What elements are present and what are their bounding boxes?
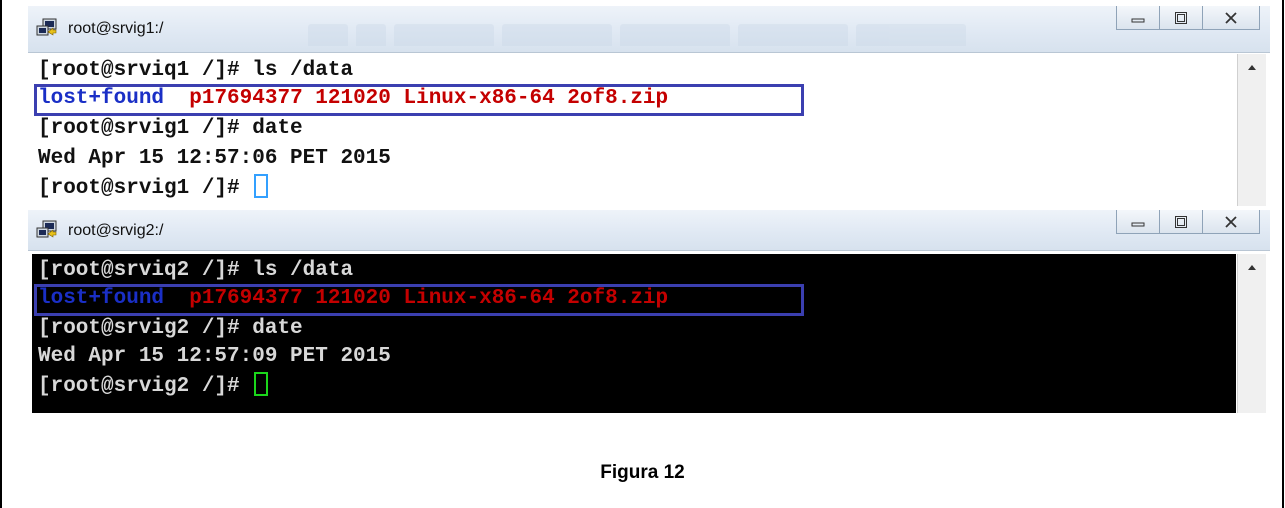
terminal-output[interactable]: [root@srviq1 /]# ls /data lost+found p17… (32, 54, 1236, 204)
putty-icon[interactable] (36, 220, 58, 240)
close-button[interactable] (1202, 210, 1260, 234)
terminal-line-ls-command: [root@srviq1 /]# ls /data (38, 59, 354, 82)
maximize-icon (1175, 215, 1187, 228)
close-icon (1225, 215, 1237, 228)
maximize-button[interactable] (1159, 6, 1203, 30)
terminal-line-date-output: Wed Apr 15 12:57:09 PET 2015 (38, 345, 391, 368)
minimize-button[interactable] (1116, 210, 1160, 234)
page-border-left (0, 0, 2, 508)
prompt-text: [root@srvig2 /]# (38, 375, 253, 398)
minimize-button[interactable] (1116, 6, 1160, 30)
vertical-scrollbar[interactable] (1237, 54, 1266, 206)
window-controls (1116, 6, 1260, 30)
vertical-scrollbar[interactable] (1237, 254, 1266, 413)
close-button[interactable] (1202, 6, 1260, 30)
highlight-box (34, 84, 804, 116)
terminal-output[interactable]: [root@srviq2 /]# ls /data lost+found p17… (32, 254, 1236, 413)
close-icon (1225, 11, 1237, 24)
terminal-window-srvig2[interactable]: root@srvig2:/ [root@srviq2 /]# ls /data … (28, 210, 1270, 413)
maximize-button[interactable] (1159, 210, 1203, 234)
title-bar[interactable]: root@srvig1:/ (28, 6, 1270, 53)
page-border-right (1282, 0, 1284, 508)
window-title: root@srvig1:/ (68, 20, 164, 37)
terminal-line-date-output: Wed Apr 15 12:57:06 PET 2015 (38, 147, 391, 170)
maximize-icon (1175, 11, 1187, 24)
background-tabs (308, 24, 1088, 50)
putty-icon[interactable] (36, 18, 58, 38)
terminal-line-ls-command: [root@srviq2 /]# ls /data (38, 259, 354, 282)
minimize-icon (1131, 18, 1145, 22)
terminal-line-prompt: [root@srvig2 /]# (38, 372, 269, 400)
figure-caption: Figura 12 (600, 462, 685, 483)
text-cursor (254, 174, 269, 198)
scroll-up-arrow-icon[interactable] (1238, 258, 1266, 276)
terminal-window-srvig1[interactable]: root@srvig1:/ [root@srviq1 /]# ls /data … (28, 6, 1270, 206)
terminal-line-prompt: [root@srvig1 /]# (38, 174, 269, 202)
minimize-icon (1131, 222, 1145, 226)
title-bar[interactable]: root@srvig2:/ (28, 210, 1270, 251)
terminal-line-date-command: [root@srvig1 /]# date (38, 117, 303, 140)
prompt-text: [root@srvig1 /]# (38, 177, 253, 200)
terminal-line-date-command: [root@srvig2 /]# date (38, 317, 303, 340)
window-controls (1116, 210, 1260, 234)
window-title: root@srvig2:/ (68, 222, 164, 239)
highlight-box (34, 284, 804, 316)
text-cursor (254, 372, 269, 396)
scroll-up-arrow-icon[interactable] (1238, 58, 1266, 76)
